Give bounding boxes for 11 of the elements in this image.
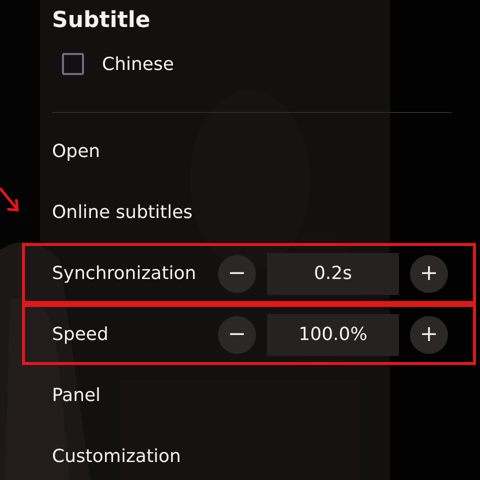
setting-label: Synchronization [52, 263, 198, 284]
value-field[interactable]: 0.2s [267, 252, 399, 294]
menu-item[interactable]: Customization [52, 446, 181, 467]
menu-item[interactable]: Panel [52, 385, 101, 406]
checkbox-label[interactable]: Chinese [102, 54, 174, 74]
menu-item[interactable]: Online subtitles [52, 202, 193, 223]
menu-title: Subtitle [52, 7, 152, 35]
checkbox[interactable] [62, 53, 84, 75]
menu-item[interactable]: Open [52, 141, 100, 162]
setting-label: Speed [52, 324, 110, 345]
value-field[interactable]: 100.0% [267, 314, 399, 356]
